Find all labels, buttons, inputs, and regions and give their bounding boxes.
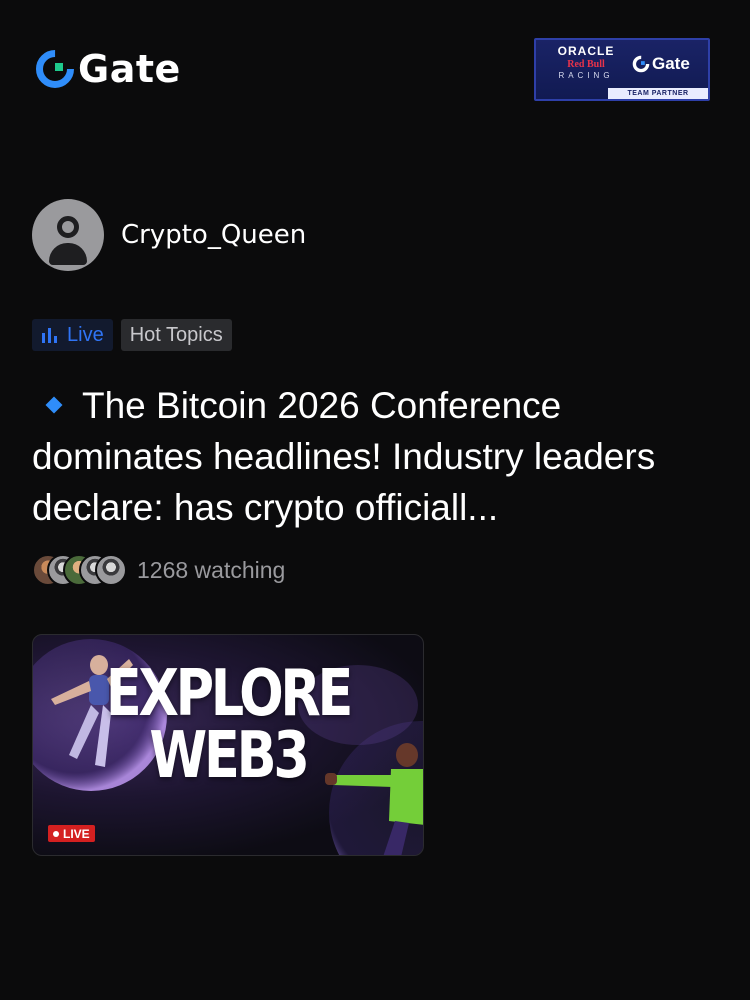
live-dot-icon bbox=[53, 830, 59, 837]
avatar-body bbox=[49, 243, 87, 265]
viewer-avatar bbox=[95, 554, 127, 586]
gate-logo-icon bbox=[36, 50, 74, 88]
viewer-avatars bbox=[32, 554, 132, 586]
feed-page: Gate ORACLE Red Bull RACING Gate TEAM PA… bbox=[0, 0, 750, 1000]
partner-gate-logo: Gate bbox=[632, 54, 690, 74]
team-partner-caption: TEAM PARTNER bbox=[608, 88, 708, 99]
gate-small-icon bbox=[632, 55, 650, 73]
user-placeholder-icon[interactable] bbox=[32, 199, 104, 271]
blue-diamond-icon bbox=[32, 387, 82, 417]
live-bars-icon bbox=[42, 328, 57, 343]
avatar-head bbox=[57, 216, 79, 238]
partner-gate-text: Gate bbox=[652, 54, 690, 73]
hot-topics-tag[interactable]: Hot Topics bbox=[120, 319, 232, 351]
redbull-text: Red Bull bbox=[567, 59, 605, 70]
gate-logo[interactable]: Gate bbox=[36, 50, 181, 88]
live-badge-label: LIVE bbox=[63, 826, 90, 841]
racing-text: RACING bbox=[558, 71, 614, 80]
team-partner-badge[interactable]: ORACLE Red Bull RACING Gate TEAM PARTNER bbox=[534, 38, 710, 101]
live-video-thumbnail[interactable]: EXPLORE WEB3 LIVE bbox=[32, 634, 424, 856]
video-title-line1: EXPLORE bbox=[105, 657, 354, 731]
post-headline-text: The Bitcoin 2026 Conference dominates he… bbox=[32, 385, 656, 528]
video-title-line2: WEB3 bbox=[149, 719, 309, 793]
author-row[interactable]: Crypto_Queen bbox=[32, 199, 306, 271]
post-tags: Live Hot Topics bbox=[32, 319, 232, 351]
gate-logo-text: Gate bbox=[78, 47, 181, 91]
author-name[interactable]: Crypto_Queen bbox=[121, 220, 306, 250]
video-title: EXPLORE WEB3 bbox=[68, 657, 388, 793]
oracle-text: ORACLE bbox=[557, 44, 615, 58]
watching-row: 1268 watching bbox=[32, 554, 285, 586]
post-headline[interactable]: The Bitcoin 2026 Conference dominates he… bbox=[32, 380, 722, 533]
watching-count: 1268 watching bbox=[137, 556, 286, 583]
hot-topics-label: Hot Topics bbox=[129, 323, 223, 346]
live-tag[interactable]: Live bbox=[32, 319, 113, 351]
live-tag-label: Live bbox=[67, 323, 104, 346]
oracle-redbull-logo: ORACLE Red Bull RACING bbox=[544, 45, 628, 81]
live-badge: LIVE bbox=[48, 825, 95, 842]
